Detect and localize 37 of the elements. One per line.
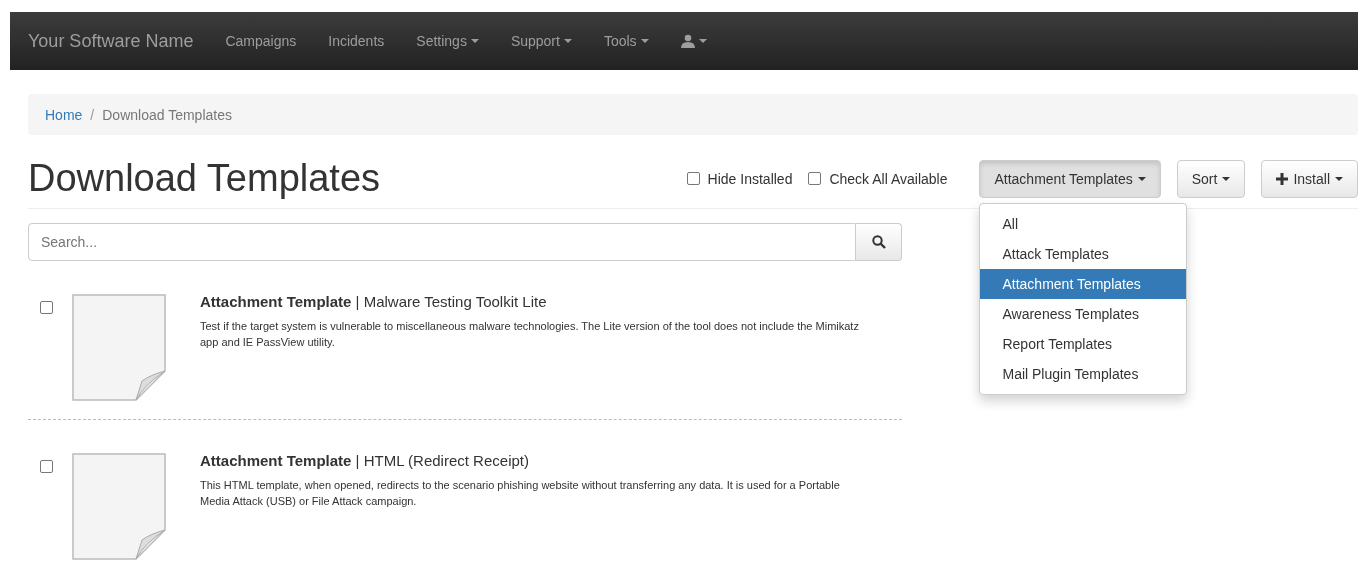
checkbox-label: Check All Available [829, 170, 948, 187]
filter-dropdown-button[interactable]: Attachment Templates [979, 159, 1161, 198]
search-icon [871, 235, 886, 249]
menu-item[interactable]: All [980, 208, 1187, 239]
template-description: This HTML template, when opened, redirects to the scenario phishing website without transferring any data. It is used for a Portable Media Attack (USB) or File Attack campaign. [200, 478, 841, 509]
search-button[interactable] [856, 223, 902, 261]
checkbox[interactable] [40, 460, 53, 473]
checkbox[interactable] [40, 301, 53, 314]
checkbox[interactable] [686, 172, 700, 185]
menu-item[interactable]: Awareness Templates [980, 298, 1187, 329]
template-title: Attachment Template | HTML (Redirect Receipt) [200, 452, 530, 469]
menu-item[interactable]: Attachment Templates [980, 268, 1187, 299]
nav-link[interactable]: Tools [587, 33, 665, 49]
nav-link[interactable]: Support [494, 33, 588, 49]
checkbox[interactable] [808, 172, 822, 185]
menu-item[interactable]: Report Templates [980, 328, 1187, 359]
caret-icon [1137, 176, 1146, 181]
breadcrumb-link[interactable]: Home [45, 106, 83, 123]
install-button[interactable]: Install [1261, 159, 1358, 198]
plus-icon [1276, 172, 1289, 185]
search-field[interactable]: Search... [28, 223, 856, 261]
caret-icon [1222, 176, 1231, 181]
page-title: Download Templates [28, 157, 382, 200]
checkbox-label: Hide Installed [707, 170, 793, 187]
breadcrumb-current: Download Templates [102, 106, 232, 123]
template-description: Test if the target system is vulnerable to miscellaneous malware technologies. The Lite version of the tool does not include the Mimikatz app and IE PassView utility. [200, 319, 860, 350]
sort-button[interactable]: Sort [1176, 159, 1246, 198]
nav-link[interactable]: Campaigns [209, 33, 313, 49]
nav-link[interactable]: Incidents [312, 33, 401, 49]
breadcrumb-separator: / [90, 106, 95, 123]
nav-link[interactable]: Settings [400, 33, 495, 49]
user-icon [680, 34, 695, 48]
caret-icon [1335, 176, 1343, 181]
template-title: Attachment Template | Malware Testing Toolkit Lite [200, 293, 548, 310]
brand-name[interactable]: Your Software Name [28, 30, 194, 52]
menu-item[interactable]: Attack Templates [980, 238, 1187, 269]
menu-item[interactable]: Mail Plugin Templates [980, 358, 1187, 389]
